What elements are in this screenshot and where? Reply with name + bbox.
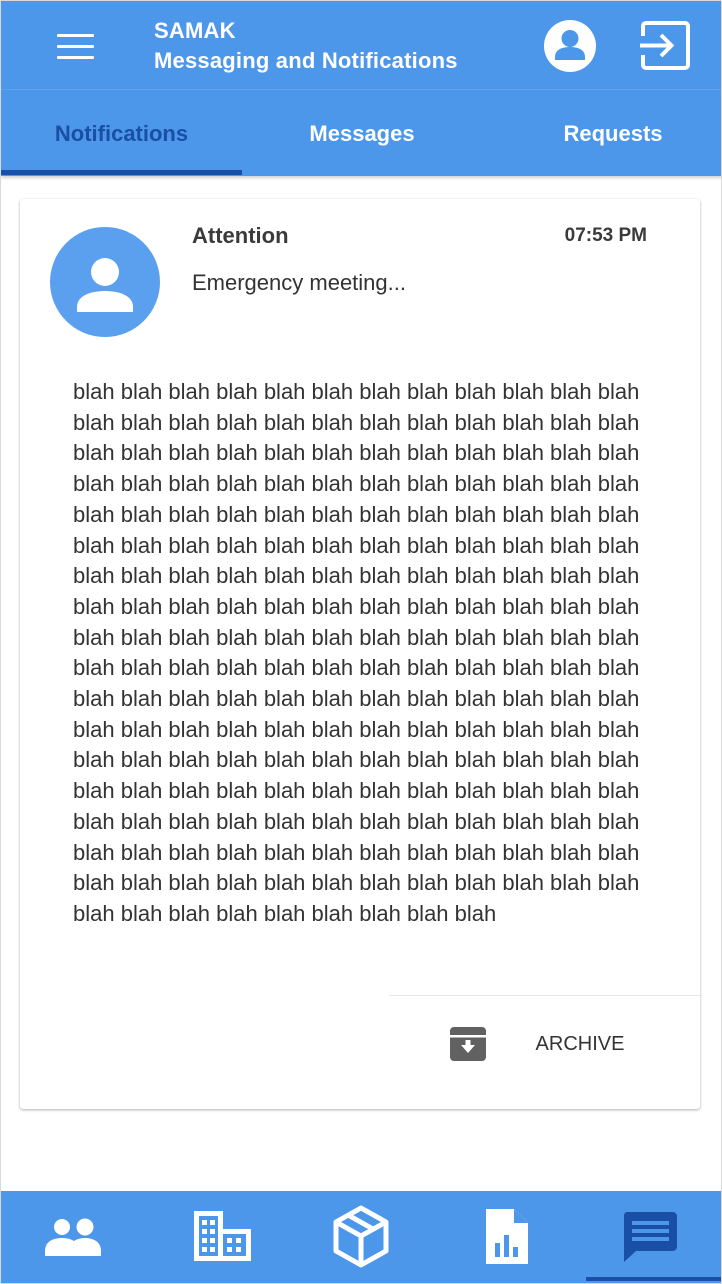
app-frame: SAMAK Messaging and Notifications Notifi… — [0, 0, 722, 1284]
message-icon — [624, 1212, 677, 1262]
package-box-icon — [333, 1205, 389, 1268]
app-name: SAMAK — [154, 18, 236, 43]
nav-reports[interactable] — [434, 1191, 578, 1283]
person-icon — [77, 258, 133, 312]
building-icon — [194, 1211, 251, 1261]
card-divider — [389, 995, 700, 996]
app-subtitle: Messaging and Notifications — [154, 48, 458, 73]
nav-messages[interactable] — [579, 1191, 721, 1283]
bottom-navigation — [1, 1191, 721, 1283]
notification-card: Attention 07:53 PM Emergency meeting... … — [20, 199, 700, 1109]
tab-bar: Notifications Messages Requests — [1, 89, 721, 176]
notification-body: blah blah blah blah blah blah blah blah … — [73, 379, 640, 926]
tab-messages[interactable]: Messages — [242, 90, 482, 176]
nav-buildings[interactable] — [150, 1191, 294, 1283]
tab-notifications[interactable]: Notifications — [1, 90, 242, 176]
notification-preview: Emergency meeting... — [192, 270, 406, 295]
report-chart-icon — [486, 1209, 528, 1264]
app-titles: SAMAK Messaging and Notifications — [154, 17, 458, 77]
notification-time: 07:53 PM — [564, 225, 647, 246]
avatar — [50, 227, 160, 337]
tab-requests[interactable]: Requests — [482, 90, 721, 176]
archive-button[interactable]: ARCHIVE — [530, 1033, 630, 1056]
nav-packages[interactable] — [289, 1191, 433, 1283]
account-circle-icon — [544, 20, 596, 72]
active-nav-indicator — [586, 1277, 721, 1281]
people-icon — [45, 1218, 101, 1256]
account-button[interactable] — [543, 19, 597, 73]
logout-button[interactable] — [638, 18, 693, 73]
archive-icon[interactable] — [449, 1025, 487, 1063]
hamburger-menu-icon — [57, 34, 94, 37]
nav-people[interactable] — [1, 1191, 145, 1283]
active-tab-indicator — [1, 170, 242, 175]
exit-to-app-icon — [640, 21, 690, 70]
app-bar: SAMAK Messaging and Notifications — [1, 1, 721, 89]
menu-button[interactable] — [53, 29, 97, 63]
notification-title: Attention — [192, 223, 289, 248]
